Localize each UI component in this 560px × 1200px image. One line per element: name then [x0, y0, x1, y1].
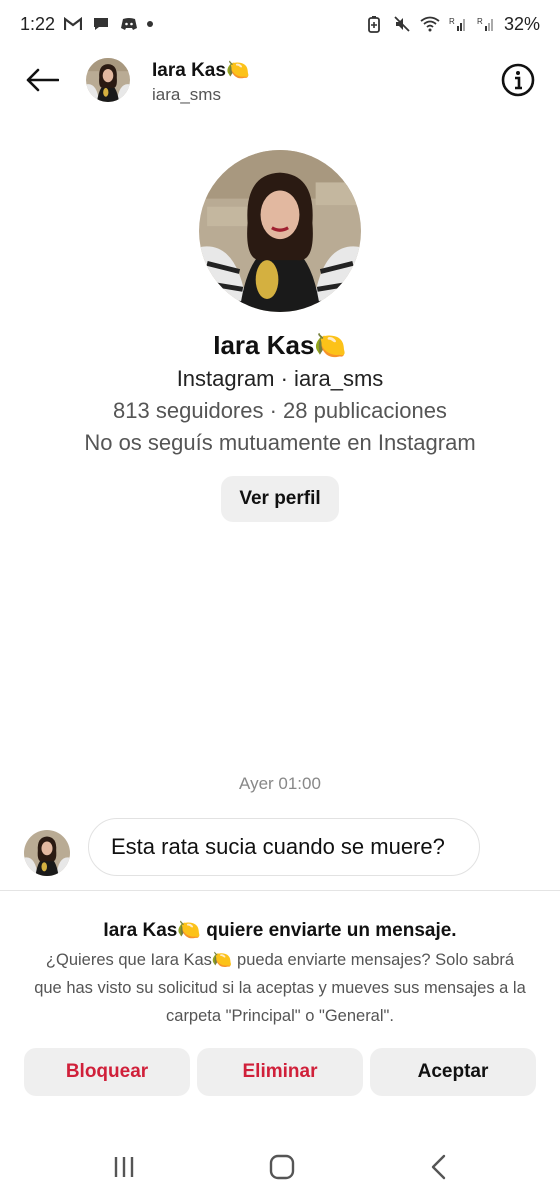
profile-name: Iara Kas🍋 — [213, 330, 347, 360]
dm-request-screen: 1:22 R R 32% Iara Kas🍋 iara_sms Iara Kas… — [0, 0, 560, 1200]
divider — [0, 890, 560, 891]
header-avatar[interactable] — [86, 58, 130, 102]
request-title-suffix: quiere enviarte un mensaje. — [201, 920, 457, 941]
chat-header: Iara Kas🍋 iara_sms — [0, 52, 560, 108]
notification-dot-icon — [147, 21, 154, 27]
back-button[interactable] — [22, 62, 62, 98]
home-button[interactable] — [262, 1152, 302, 1182]
profile-mutual-status: No os seguís mutuamente en Instagram — [84, 430, 476, 455]
profile-avatar-image — [199, 150, 361, 312]
request-actions: Bloquear Eliminar Aceptar — [24, 1048, 536, 1096]
delete-button[interactable]: Eliminar — [197, 1048, 363, 1096]
profile-source: Instagram · iara_sms — [176, 366, 384, 391]
recents-icon — [114, 1157, 134, 1177]
status-right: R R 32% — [364, 14, 540, 35]
battery-saver-icon — [364, 14, 384, 34]
recent-apps-button[interactable] — [104, 1152, 144, 1182]
chevron-left-icon — [431, 1154, 446, 1180]
header-username: iara_sms — [152, 85, 221, 104]
discord-icon — [119, 14, 139, 34]
status-left: 1:22 — [20, 13, 154, 35]
svg-text:R: R — [477, 17, 483, 26]
home-icon — [269, 1154, 295, 1180]
profile-stats: 813 seguidores · 28 publicaciones — [113, 398, 447, 423]
header-contact-name[interactable]: Iara Kas🍋 — [152, 58, 250, 82]
signal-r-icon: R — [448, 14, 468, 34]
signal-r2-icon: R — [476, 14, 496, 34]
message-timestamp: Ayer 01:00 — [239, 774, 321, 793]
wifi-icon — [420, 14, 440, 34]
avatar-image — [86, 58, 130, 102]
info-button[interactable] — [500, 62, 536, 98]
svg-text:R: R — [449, 17, 455, 26]
request-title-name: Iara Kas🍋 — [103, 920, 202, 941]
info-icon — [501, 63, 535, 97]
gmail-icon — [63, 14, 83, 34]
profile-avatar[interactable] — [199, 150, 361, 312]
view-profile-button[interactable]: Ver perfil — [221, 476, 339, 522]
system-back-button[interactable] — [420, 1152, 460, 1182]
chat-icon — [91, 14, 111, 34]
system-navigation-bar — [0, 1136, 560, 1196]
status-bar: 1:22 R R 32% — [0, 0, 560, 48]
request-description: ¿Quieres que Iara Kas🍋 pueda enviarte me… — [34, 951, 526, 1025]
mute-icon — [392, 14, 412, 34]
message-text: Esta rata sucia cuando se muere? — [111, 834, 445, 859]
block-button[interactable]: Bloquear — [24, 1048, 190, 1096]
message-bubble[interactable]: Esta rata sucia cuando se muere? — [88, 818, 480, 876]
message-sender-avatar[interactable] — [24, 830, 70, 876]
request-title: Iara Kas🍋 quiere enviarte un mensaje. — [0, 918, 560, 942]
status-time: 1:22 — [20, 13, 56, 34]
arrow-left-icon — [26, 68, 59, 92]
battery-level: 32% — [503, 13, 540, 34]
accept-button[interactable]: Aceptar — [370, 1048, 536, 1096]
avatar-image — [24, 830, 70, 876]
